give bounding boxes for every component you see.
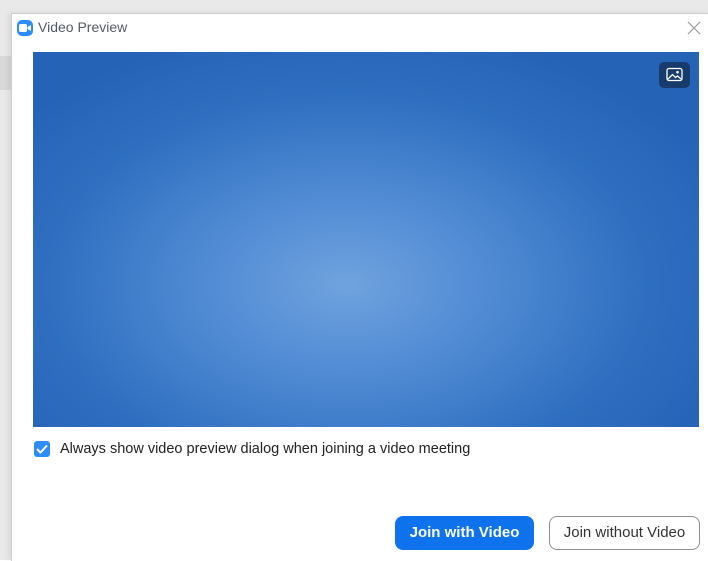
title-bar: Video Preview xyxy=(12,14,708,44)
always-show-preview-label[interactable]: Always show video preview dialog when jo… xyxy=(60,441,470,457)
close-icon xyxy=(687,21,701,35)
always-show-preview-option[interactable]: Always show video preview dialog when jo… xyxy=(34,438,470,460)
join-with-video-button[interactable]: Join with Video xyxy=(395,516,534,550)
close-button[interactable] xyxy=(681,16,707,40)
virtual-background-button[interactable] xyxy=(659,62,690,88)
video-preview xyxy=(33,52,699,427)
virtual-background-icon xyxy=(666,67,683,82)
zoom-camera-icon xyxy=(17,20,33,36)
video-preview-dialog: Video Preview Always show video preview … xyxy=(11,13,708,561)
join-without-video-button[interactable]: Join without Video xyxy=(549,516,700,550)
dialog-title: Video Preview xyxy=(38,19,128,35)
checkmark-icon xyxy=(36,444,48,454)
always-show-preview-checkbox[interactable] xyxy=(34,441,50,457)
